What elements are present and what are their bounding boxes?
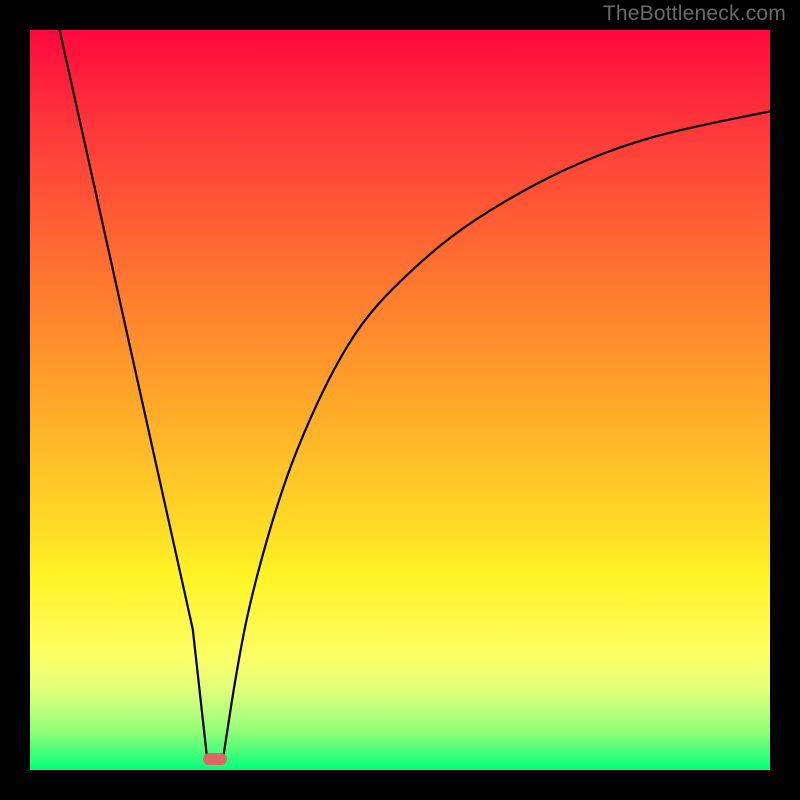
bottleneck-marker [203,753,227,765]
curve-path [60,30,770,763]
plot-area [30,30,770,770]
watermark-text: TheBottleneck.com [603,2,786,26]
chart-frame: TheBottleneck.com [0,0,800,800]
bottleneck-curve [30,30,770,770]
